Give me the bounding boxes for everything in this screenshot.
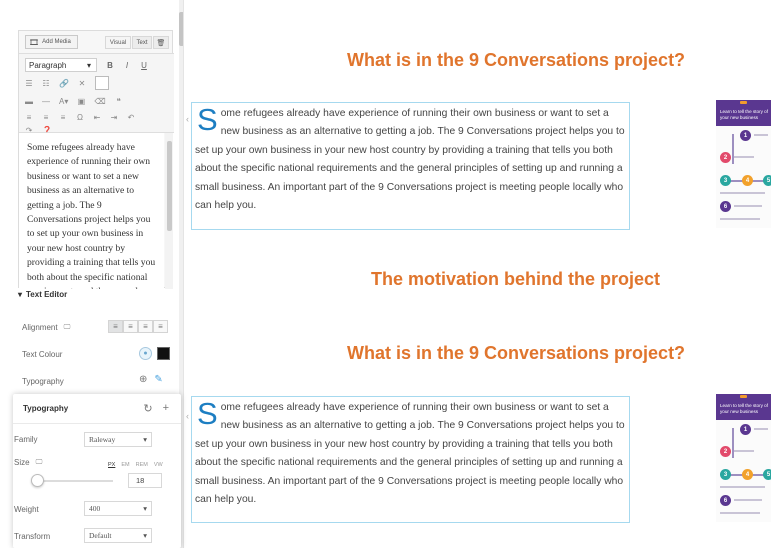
weight-value: 400 [89,504,101,513]
align-center-icon[interactable]: ≡ [42,113,50,122]
weight-select[interactable]: 400 ▾ [84,501,152,516]
unlink-icon[interactable]: ✕ [78,79,86,88]
section-title: Text Editor [26,290,68,299]
alignment-label: Alignment 🖵 [22,323,70,332]
infographic-header: Learn to tell the story of your new busi… [716,394,771,420]
add-media-button[interactable]: 🎞 Add Media [25,35,78,49]
weight-label: Weight [14,505,39,514]
color-swatch[interactable] [157,347,170,360]
heading-motivation: The motivation behind the project [371,269,661,289]
text-editor-widget[interactable]: S ome refugees already have experience o… [191,396,630,523]
align-justify-button[interactable]: ≡ [153,320,168,333]
text-color-icon[interactable]: A▾ [59,97,68,106]
infographic-title: Learn to tell the story of your new busi… [720,109,769,120]
infographic-image: Learn to tell the story of your new busi… [716,100,771,228]
tab-visual[interactable]: Visual [105,36,131,49]
italic-icon[interactable]: I [123,61,131,70]
unit-px[interactable]: PX [108,462,115,468]
size-label: Size 🖵 [14,458,42,467]
strikethrough-icon[interactable]: — [42,97,50,106]
popover-title: Typography [23,404,69,413]
collapse-panel-icon[interactable]: ‹ [186,411,189,421]
text-colour-picker: ● [139,347,170,360]
blockquote-icon[interactable]: ❝ [115,97,123,106]
typography-popover: Typography ↻ + [13,394,181,548]
pencil-icon[interactable]: ✎ [154,374,162,385]
wysiwyg-editor: 🎞 Add Media Visual Text 🗑 Paragraph ▾ B … [18,30,174,289]
format-select-value: Paragraph [29,60,67,70]
monitor-icon[interactable]: 🖵 [64,324,71,332]
add-media-label: Add Media [42,39,71,45]
text-colour-label: Text Colour [22,350,63,359]
drop-cap: S [197,396,218,431]
fullscreen-icon[interactable] [94,76,109,90]
format-select[interactable]: Paragraph ▾ [25,58,97,72]
family-value: Raleway [89,435,116,444]
collapse-panel-icon[interactable]: ‹ [186,114,189,124]
indent-icon[interactable]: ⇥ [110,113,118,122]
transform-select[interactable]: Default ▾ [84,528,152,543]
paste-text-icon[interactable]: ▣ [77,97,86,106]
size-slider-handle[interactable] [31,474,44,487]
global-colors-icon[interactable]: ● [139,347,152,360]
paragraph-text: ome refugees already have experience of … [195,402,625,506]
plus-icon[interactable]: + [163,402,169,415]
formatting-toolbar: Paragraph ▾ B I U ☰ ☷ 🔗 ✕ ▬ — A▾ ▣ ⌫ ❝ ≡… [19,53,174,135]
align-right-icon[interactable]: ≡ [59,113,67,122]
clear-formatting-icon[interactable]: ⌫ [94,97,105,106]
unit-vw[interactable]: VW [154,462,163,468]
section-text-editor[interactable]: ▾ Text Editor [18,290,67,299]
family-label: Family [14,435,38,444]
infographic-image: Learn to tell the story of your new busi… [716,394,771,522]
transform-label: Transform [14,532,51,541]
outdent-icon[interactable]: ⇤ [93,113,101,122]
typography-controls: ⊕ ✎ [139,374,163,385]
tab-text[interactable]: Text [132,36,152,49]
caret-down-icon: ▾ [18,290,23,299]
horizontal-line-icon[interactable]: ▬ [25,97,33,106]
infographic-title: Learn to tell the story of your new busi… [720,403,769,414]
monitor-icon[interactable]: 🖵 [36,459,43,467]
align-center-button[interactable]: ≡ [123,320,138,333]
drop-cap: S [197,102,218,137]
alignment-label-text: Alignment [22,323,58,332]
chevron-down-icon: ▾ [86,60,91,70]
family-select[interactable]: Raleway ▾ [84,432,152,447]
unit-em[interactable]: EM [121,462,129,468]
special-character-icon[interactable]: Ω [76,113,84,122]
align-left-icon[interactable]: ≡ [25,113,33,122]
undo-icon[interactable]: ↶ [127,113,135,122]
popover-header: Typography ↻ + [13,394,181,424]
size-label-text: Size [14,458,30,467]
size-slider-track[interactable] [33,480,113,482]
paragraph-text: ome refugees already have experience of … [195,108,625,212]
trash-icon[interactable]: 🗑 [153,36,169,49]
numbered-list-icon[interactable]: ☷ [42,79,50,88]
reset-icon[interactable]: ↻ [143,402,152,415]
link-icon[interactable]: 🔗 [59,79,69,88]
editor-content[interactable]: Some refugees already have experience of… [19,133,164,289]
transform-value: Default [89,531,112,540]
chevron-down-icon: ▾ [143,435,147,444]
chevron-down-icon: ▾ [143,531,147,540]
align-left-button[interactable]: ≡ [108,320,123,333]
alignment-buttons: ≡ ≡ ≡ ≡ [108,320,168,333]
align-right-button[interactable]: ≡ [138,320,153,333]
bold-icon[interactable]: B [106,61,114,70]
editor-scrollbar[interactable] [165,133,173,289]
media-row: 🎞 Add Media Visual Text 🗑 [19,31,174,51]
text-editor-widget[interactable]: S ome refugees already have experience o… [191,102,630,230]
chevron-down-icon: ▾ [143,504,147,513]
heading-what-is: What is in the 9 Conversations project? [347,50,686,70]
unit-rem[interactable]: REM [136,462,148,468]
heading-what-is-2: What is in the 9 Conversations project? [347,343,686,363]
size-units: PX EM REM VW [108,462,163,468]
bullet-list-icon[interactable]: ☰ [25,79,33,88]
typography-label: Typography [22,377,64,386]
size-input[interactable]: 18 [128,473,162,488]
globe-icon[interactable]: ⊕ [139,374,147,385]
media-icon: 🎞 [29,37,40,47]
infographic-header: Learn to tell the story of your new busi… [716,100,771,126]
underline-icon[interactable]: U [140,61,148,70]
